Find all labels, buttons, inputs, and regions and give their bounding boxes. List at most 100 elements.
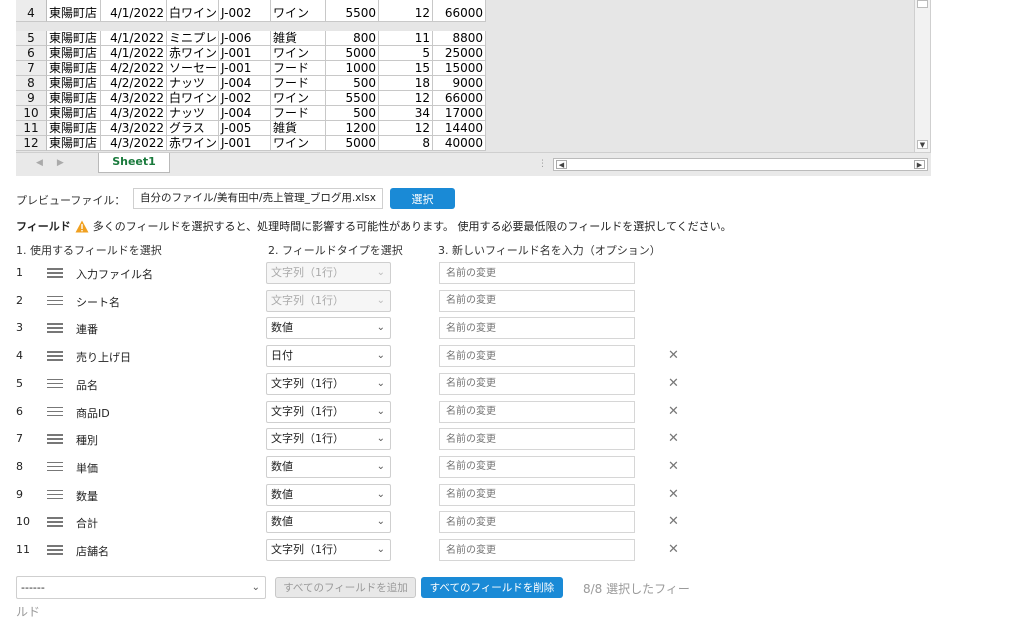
sheet-cell[interactable]: 白ワイン: [167, 91, 219, 106]
sheet-cell[interactable]: 東陽町店: [47, 61, 101, 76]
row-number[interactable]: 8: [16, 76, 47, 91]
sheet-cell[interactable]: 8800: [433, 31, 486, 46]
drag-handle-icon[interactable]: [47, 351, 63, 361]
remove-field-icon[interactable]: ✕: [668, 404, 679, 419]
sheet-cell[interactable]: 5500: [326, 91, 379, 106]
field-type-select[interactable]: 日付 ⌄: [266, 345, 391, 368]
split-handle-icon[interactable]: ⋮: [538, 159, 547, 169]
remove-field-icon[interactable]: ✕: [668, 542, 679, 557]
sheet-cell[interactable]: 14400: [433, 121, 486, 136]
sheet-cell[interactable]: 4/3/2022: [101, 91, 167, 106]
sheet-cell[interactable]: 500: [326, 106, 379, 121]
rename-field-input[interactable]: [439, 539, 635, 561]
scroll-left-icon[interactable]: ◀: [556, 160, 567, 169]
rename-field-input[interactable]: [439, 455, 635, 478]
rename-field-input[interactable]: [439, 511, 635, 534]
drag-handle-icon[interactable]: [47, 295, 63, 306]
sheet-cell[interactable]: 12: [379, 0, 433, 22]
sheet-cell[interactable]: 17000: [433, 106, 486, 121]
sheet-cell[interactable]: J-006: [219, 31, 271, 46]
scrollbar-thumb[interactable]: [917, 0, 928, 8]
drag-handle-icon[interactable]: [47, 545, 63, 555]
drag-handle-icon[interactable]: [47, 517, 63, 527]
sheet-cell[interactable]: 東陽町店: [47, 121, 101, 136]
field-select-dropdown[interactable]: ------ ⌄: [16, 576, 266, 599]
sheet-cell[interactable]: 赤ワイン: [167, 46, 219, 61]
sheet-cell[interactable]: 東陽町店: [47, 31, 101, 46]
sheet-cell[interactable]: フード: [271, 76, 326, 91]
rename-field-input[interactable]: [439, 262, 635, 284]
sheet-cell[interactable]: J-004: [219, 76, 271, 91]
drag-handle-icon[interactable]: [47, 489, 63, 500]
sheet-cell[interactable]: 1000: [326, 61, 379, 76]
preview-file-input[interactable]: 自分のファイル/美有田中/売上管理_ブログ用.xlsx: [133, 188, 383, 209]
rename-field-input[interactable]: [439, 483, 635, 506]
sheet-cell[interactable]: 白ワイン: [167, 0, 219, 22]
rename-field-input[interactable]: [439, 372, 635, 395]
sheet-cell[interactable]: 15000: [433, 61, 486, 76]
tab-sheet1[interactable]: Sheet1: [98, 153, 170, 173]
sheet-cell[interactable]: J-001: [219, 46, 271, 61]
sheet-cell[interactable]: 4/3/2022: [101, 136, 167, 151]
row-number[interactable]: 5: [16, 31, 47, 46]
field-type-select[interactable]: 数値 ⌄: [266, 455, 391, 478]
drag-handle-icon[interactable]: [47, 268, 63, 278]
field-type-select[interactable]: 数値 ⌄: [266, 511, 391, 534]
scroll-right-icon[interactable]: ▶: [914, 160, 925, 169]
row-number[interactable]: 4: [16, 0, 47, 22]
sheet-cell[interactable]: 18: [379, 76, 433, 91]
sheet-cell[interactable]: 34: [379, 106, 433, 121]
field-type-select[interactable]: 文字列（1行） ⌄: [266, 400, 391, 423]
remove-field-icon[interactable]: ✕: [668, 487, 679, 502]
sheet-cell[interactable]: 1200: [326, 121, 379, 136]
sheet-cell[interactable]: 4/1/2022: [101, 31, 167, 46]
sheet-cell[interactable]: ワイン: [271, 91, 326, 106]
drag-handle-icon[interactable]: [47, 378, 63, 389]
sheet-cell[interactable]: 66000: [433, 0, 486, 22]
rename-field-input[interactable]: [439, 289, 635, 312]
sheet-cell[interactable]: J-005: [219, 121, 271, 136]
field-type-select[interactable]: 文字列（1行） ⌄: [266, 372, 391, 395]
sheet-cell[interactable]: 11: [379, 31, 433, 46]
remove-field-icon[interactable]: ✕: [668, 348, 679, 363]
sheet-cell[interactable]: ソーセー: [167, 61, 219, 76]
sheet-cell[interactable]: 5000: [326, 136, 379, 151]
drag-handle-icon[interactable]: [47, 434, 63, 444]
sheet-cell[interactable]: J-004: [219, 106, 271, 121]
sheet-cell[interactable]: J-001: [219, 61, 271, 76]
drag-handle-icon[interactable]: [47, 461, 63, 472]
sheet-cell[interactable]: 15: [379, 61, 433, 76]
sheet-cell[interactable]: 500: [326, 76, 379, 91]
sheet-cell[interactable]: 5: [379, 46, 433, 61]
sheet-cell[interactable]: ワイン: [271, 0, 326, 22]
sheet-cell[interactable]: 40000: [433, 136, 486, 151]
scroll-down-icon[interactable]: ▼: [917, 140, 928, 149]
field-type-select[interactable]: 数値 ⌄: [266, 317, 391, 340]
remove-field-icon[interactable]: ✕: [668, 376, 679, 391]
sheet-cell[interactable]: 東陽町店: [47, 76, 101, 91]
remove-field-icon[interactable]: ✕: [668, 514, 679, 529]
sheet-cell[interactable]: 4/2/2022: [101, 61, 167, 76]
sheet-cell[interactable]: 8: [379, 136, 433, 151]
sheet-cell[interactable]: ミニプレ: [167, 31, 219, 46]
row-number[interactable]: 12: [16, 136, 47, 151]
sheet-cell[interactable]: 4/3/2022: [101, 106, 167, 121]
remove-field-icon[interactable]: ✕: [668, 431, 679, 446]
rename-field-input[interactable]: [439, 400, 635, 423]
sheet-cell[interactable]: フード: [271, 106, 326, 121]
sheet-cell[interactable]: 25000: [433, 46, 486, 61]
sheet-cell[interactable]: 4/1/2022: [101, 0, 167, 22]
row-number[interactable]: 10: [16, 106, 47, 121]
sheet-cell[interactable]: 赤ワイン: [167, 136, 219, 151]
sheet-cell[interactable]: 雑貨: [271, 121, 326, 136]
drag-handle-icon[interactable]: [47, 406, 63, 417]
sheet-cell[interactable]: J-002: [219, 0, 271, 22]
tab-nav-arrows-icon[interactable]: ◀▶: [36, 158, 78, 168]
sheet-cell[interactable]: 雑貨: [271, 31, 326, 46]
remove-field-icon[interactable]: ✕: [668, 459, 679, 474]
row-number[interactable]: 11: [16, 121, 47, 136]
add-all-fields-button[interactable]: すべてのフィールドを追加: [275, 577, 416, 598]
sheet-cell[interactable]: 東陽町店: [47, 136, 101, 151]
sheet-cell[interactable]: フード: [271, 61, 326, 76]
rename-field-input[interactable]: [439, 317, 635, 340]
